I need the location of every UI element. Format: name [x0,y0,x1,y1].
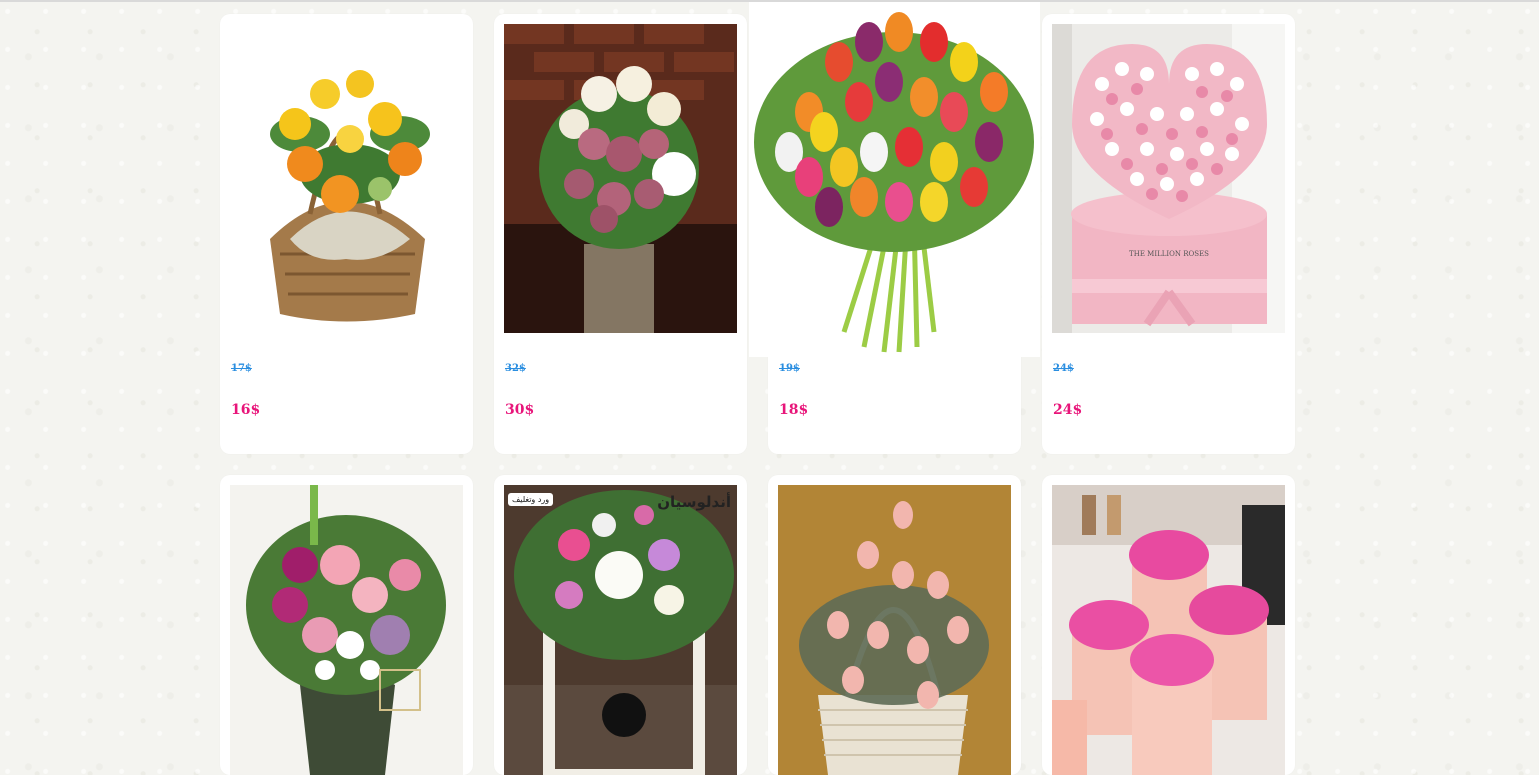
product-card[interactable]: 19$ 18$ [749,2,1040,454]
old-price: 24$ [1053,363,1074,374]
svg-text:THE MILLION ROSES: THE MILLION ROSES [1129,250,1209,258]
product-card[interactable]: 17$ 16$ [220,14,473,454]
vase-roses-image [504,24,737,333]
sale-price: 24$ [1053,402,1083,418]
product-image[interactable]: أندلوسيان ورد وتغليف [504,485,737,775]
product-card[interactable] [768,475,1021,775]
product-image[interactable]: THE MILLION ROSES [1052,24,1285,333]
wicker-basket-roses-image [778,485,1011,775]
product-image[interactable] [230,485,463,775]
brand-logo-text: أندلوسيان [657,493,731,511]
product-grid: 17$ 16$ 32$ 30$ 19$ 18$ THE MILLION ROSE… [220,2,1295,775]
product-image[interactable] [504,24,737,333]
product-image[interactable] [230,24,463,333]
brand-subtitle: ورد وتغليف [508,493,554,506]
product-image[interactable] [749,2,1040,357]
sale-price: 30$ [505,402,535,418]
old-price: 17$ [231,363,252,374]
product-card[interactable]: 32$ 30$ [494,14,747,454]
product-card[interactable]: THE MILLION ROSES 24$ 24$ [1042,14,1295,454]
sale-price: 16$ [231,402,261,418]
flower-basket-image [230,24,463,333]
product-card[interactable] [220,475,473,775]
product-card[interactable]: أندلوسيان ورد وتغليف [494,475,747,775]
product-card[interactable] [1042,475,1295,775]
product-image[interactable] [1052,485,1285,775]
old-price: 32$ [505,363,526,374]
round-boxes-roses-image [1052,485,1285,775]
product-image[interactable] [778,485,1011,775]
heart-box-image: THE MILLION ROSES [1052,24,1285,333]
old-price: 19$ [779,363,800,374]
tulip-bouquet-image [749,2,1040,357]
white-box-arrangement-image [504,485,737,775]
green-wrap-bouquet-image [230,485,463,775]
sale-price: 18$ [779,402,809,418]
